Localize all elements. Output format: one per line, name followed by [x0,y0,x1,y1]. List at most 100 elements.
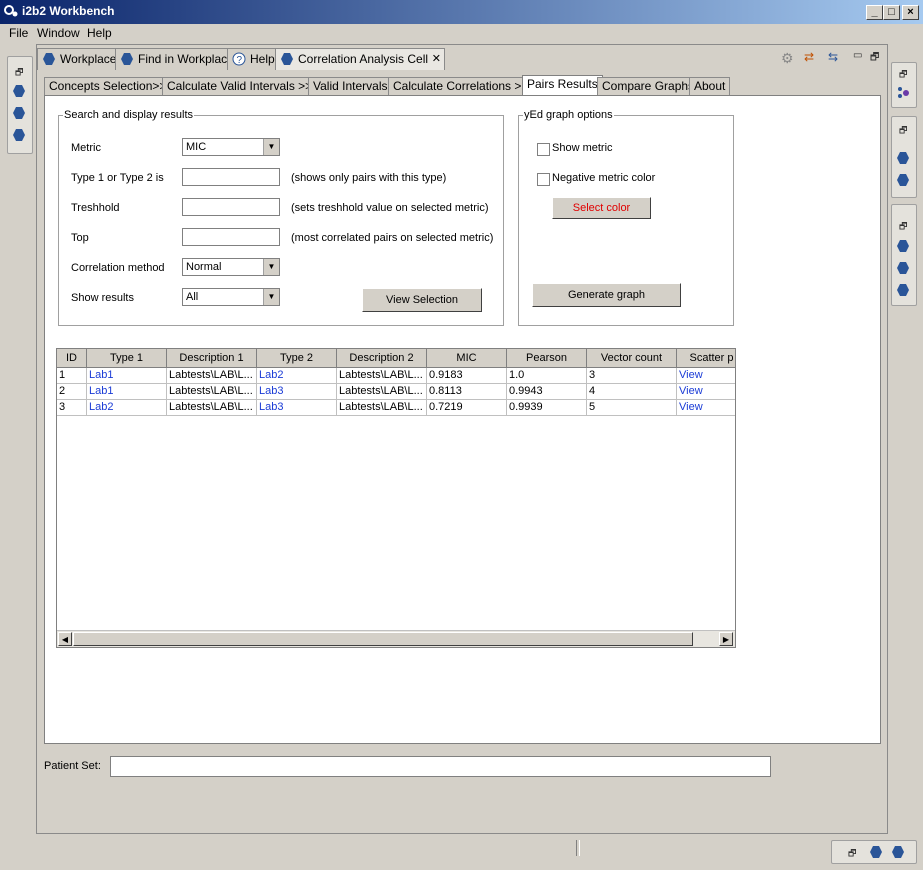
table-cell: 5 [587,400,677,416]
import-icon[interactable]: ⇆ [828,50,838,64]
column-header-type2[interactable]: Type 2 [257,349,337,368]
column-header-mic[interactable]: MIC [427,349,507,368]
view-hex-icon[interactable] [12,84,26,98]
view-hex-icon[interactable] [896,283,910,297]
top-hint: (most correlated pairs on selected metri… [291,232,494,244]
menu-window[interactable]: Window [37,26,80,40]
chevron-down-icon[interactable]: ▼ [263,139,279,155]
minimize-button[interactable]: _ [866,5,883,20]
column-header-scatter-plot[interactable]: Scatter p [677,349,735,368]
scatter-view-link[interactable]: View [677,400,735,416]
tab-find-in-workplace[interactable]: Find in Workplace [115,48,234,70]
tab-compare-graphs[interactable]: Compare Graphs [597,77,700,95]
metric-value: MIC [186,141,207,153]
table-cell: 0.9943 [507,384,587,400]
table-cell: Labtests\LAB\L... [337,368,427,384]
restore-icon[interactable]: 🗗 [899,67,907,83]
view-hex-icon[interactable] [12,128,26,142]
scroll-left-icon[interactable]: ◀ [58,632,72,646]
metric-select[interactable]: MIC ▼ [182,138,280,156]
scatter-view-link[interactable]: View [677,368,735,384]
table-cell: 2 [57,384,87,400]
view-selection-button[interactable]: View Selection [362,288,482,312]
patient-set-input[interactable] [110,756,771,777]
select-color-button[interactable]: Select color [552,197,651,219]
maximize-button[interactable]: □ [883,5,900,20]
type1-link[interactable]: Lab1 [87,384,167,400]
status-separator [576,840,580,856]
tab-calculate-valid-intervals[interactable]: Calculate Valid Intervals >> [162,77,318,95]
left-minimized-stack: 🗗 [7,56,33,154]
export-icon[interactable]: ⇄ [804,50,814,64]
restore-view-icon[interactable]: 🗗 [870,50,879,67]
tab-about[interactable]: About [689,77,731,95]
minimize-view-icon[interactable]: ▭ [853,50,862,61]
graph-view-icon[interactable] [896,85,910,99]
table-cell: Labtests\LAB\L... [337,400,427,416]
close-button[interactable]: × [902,5,919,20]
chevron-down-icon[interactable]: ▼ [263,289,279,305]
type2-link[interactable]: Lab2 [257,368,337,384]
column-header-pearson[interactable]: Pearson [507,349,587,368]
type2-link[interactable]: Lab3 [257,384,337,400]
show-metric-checkbox[interactable] [537,143,550,156]
settings-gear-icon[interactable]: ⚙ [781,50,794,67]
type-label: Type 1 or Type 2 is [71,172,164,184]
tab-pairs-results[interactable]: Pairs Results [522,75,603,96]
type1-link[interactable]: Lab2 [87,400,167,416]
close-tab-icon[interactable]: ✕ [432,49,441,69]
menu-help[interactable]: Help [87,26,112,40]
tab-concepts-selection[interactable]: Concepts Selection>> [44,77,172,95]
scatter-view-link[interactable]: View [677,384,735,400]
restore-icon[interactable]: 🗗 [15,65,23,81]
tab-label: Help [250,52,275,66]
results-table: ID Type 1 Description 1 Type 2 Descripti… [56,348,736,648]
top-input[interactable] [182,228,280,246]
column-header-vector-count[interactable]: Vector count [587,349,677,368]
tab-calculate-correlations[interactable]: Calculate Correlations >> [388,77,534,95]
column-header-description1[interactable]: Description 1 [167,349,257,368]
column-header-type1[interactable]: Type 1 [87,349,167,368]
method-select[interactable]: Normal ▼ [182,258,280,276]
menu-bar: File Window Help [0,24,923,42]
restore-icon[interactable]: 🗗 [899,219,907,235]
bottom-right-trim: 🗗 [831,840,917,864]
type2-link[interactable]: Lab3 [257,400,337,416]
chevron-down-icon[interactable]: ▼ [263,259,279,275]
table-cell: 0.7219 [427,400,507,416]
tab-label: Find in Workplace [138,52,234,66]
view-hex-icon[interactable] [896,239,910,253]
generate-graph-button[interactable]: Generate graph [532,283,681,307]
right-minimized-stack-top: 🗗 [891,62,917,108]
table-cell: 1 [57,368,87,384]
tab-correlation-analysis-cell[interactable]: Correlation Analysis Cell ✕ [275,48,445,70]
type-input[interactable] [182,168,280,186]
view-hex-icon[interactable] [891,845,905,859]
menu-file[interactable]: File [9,26,28,40]
show-results-select[interactable]: All ▼ [182,288,280,306]
view-hex-icon[interactable] [869,845,883,859]
method-label: Correlation method [71,262,165,274]
negative-color-checkbox[interactable] [537,173,550,186]
tab-label: Correlation Analysis Cell [298,52,429,66]
tab-valid-intervals[interactable]: Valid Intervals [308,77,393,95]
group-legend: Search and display results [64,109,194,121]
scroll-right-icon[interactable]: ▶ [719,632,733,646]
threshold-input[interactable] [182,198,280,216]
table-cell: Labtests\LAB\L... [167,400,257,416]
view-hex-icon[interactable] [896,151,910,165]
view-hex-icon[interactable] [896,261,910,275]
scrollbar-thumb[interactable] [73,632,693,646]
right-minimized-stack-middle: 🗗 [891,116,917,198]
tab-workplace[interactable]: Workplace [37,48,119,70]
patient-set-label: Patient Set: [44,760,101,772]
horizontal-scrollbar[interactable]: ◀ ▶ [57,630,735,647]
column-header-description2[interactable]: Description 2 [337,349,427,368]
show-metric-label: Show metric [552,142,613,154]
view-hex-icon[interactable] [12,106,26,120]
column-header-id[interactable]: ID [57,349,87,368]
type1-link[interactable]: Lab1 [87,368,167,384]
restore-icon[interactable]: 🗗 [848,846,856,862]
restore-icon[interactable]: 🗗 [899,123,907,139]
view-hex-icon[interactable] [896,173,910,187]
